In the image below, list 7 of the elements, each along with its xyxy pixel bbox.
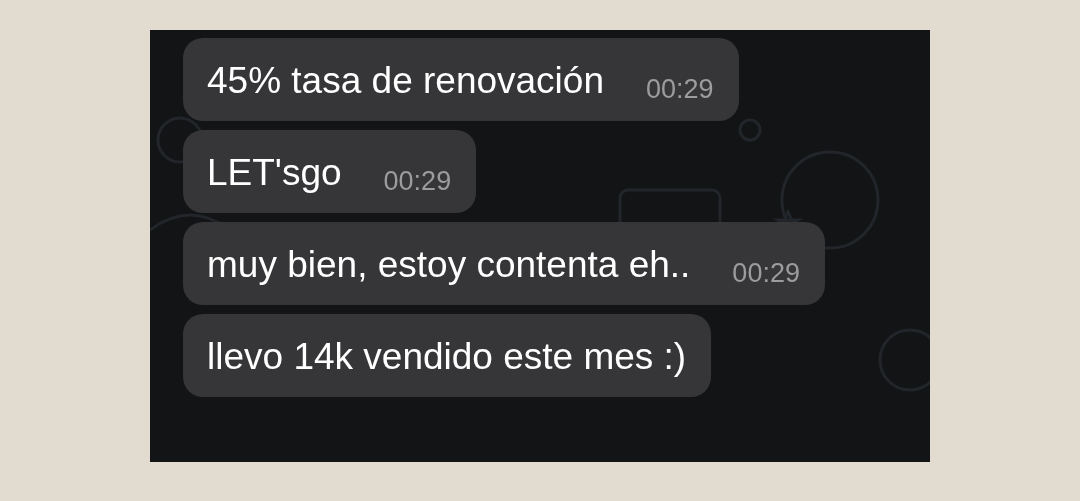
message-time: 00:29 [645,74,714,104]
message-text: 45% tasa de renovación [207,59,604,103]
message-text: muy bien, estoy contenta eh.. [207,243,691,287]
message-text: LET'sgo [207,151,342,195]
message-text: llevo 14k vendido este mes :) [207,335,687,379]
message-time: 00:29 [731,258,800,288]
message-time: 00:29 [382,166,452,196]
